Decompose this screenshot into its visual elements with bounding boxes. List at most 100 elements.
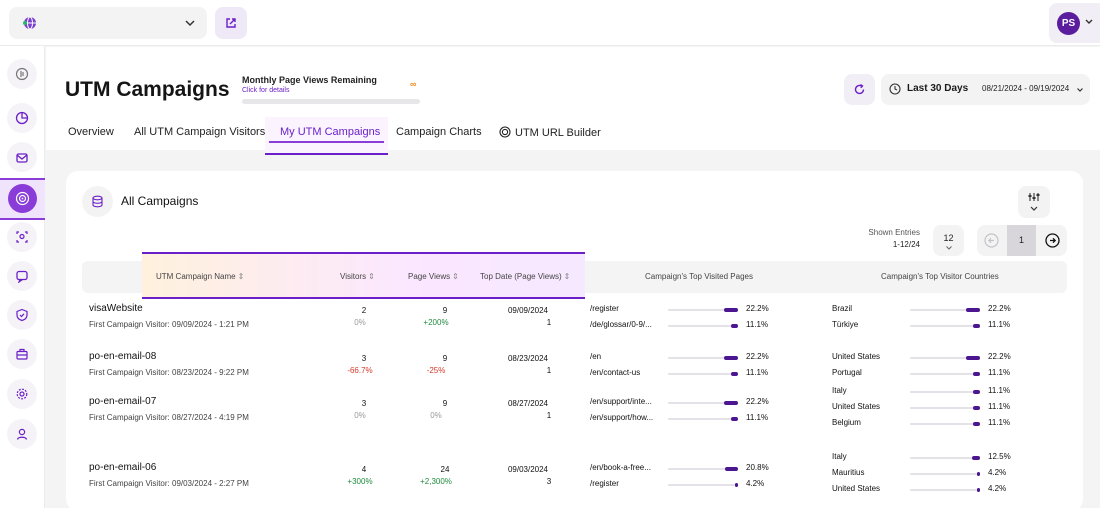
database-icon xyxy=(82,186,113,217)
filter-button[interactable] xyxy=(1018,186,1050,218)
visitors-count: 2 xyxy=(361,306,367,315)
first-visit: First Campaign Visitor: 09/09/2024 - 1:2… xyxy=(89,320,249,329)
country-bar-track xyxy=(910,324,980,328)
country-bar-track xyxy=(910,356,980,360)
globe-icon xyxy=(23,16,36,30)
campaign-name[interactable]: visaWebsite xyxy=(89,303,143,314)
sidebar-item-inbox[interactable] xyxy=(7,142,37,172)
col-label: UTM Campaign Name xyxy=(156,272,236,281)
top-bar: PS xyxy=(0,0,1100,46)
sidebar-collapse-button[interactable] xyxy=(7,59,37,89)
country-bar-track xyxy=(910,488,980,492)
page-views-count: 24 xyxy=(440,465,450,474)
sidebar-item-chat[interactable] xyxy=(7,261,37,291)
sidebar-item-utm-campaigns[interactable] xyxy=(0,178,45,220)
tab-all-visitors[interactable]: All UTM Campaign Visitors xyxy=(134,126,265,138)
country-label: Portugal xyxy=(832,368,862,377)
page-title: UTM Campaigns xyxy=(65,78,230,101)
user-menu[interactable]: PS xyxy=(1049,3,1100,43)
sort-icon: ⇕ xyxy=(237,272,245,281)
page-label[interactable]: /en/book-a-free... xyxy=(590,463,651,472)
sidebar-item-security[interactable] xyxy=(7,300,37,330)
col-label: Top Date (Page Views) xyxy=(480,272,562,281)
first-visit: First Campaign Visitor: 08/27/2024 - 4:1… xyxy=(89,413,249,422)
page-views-count: 9 xyxy=(442,354,448,363)
entries-per-page-select[interactable]: 12 xyxy=(933,225,964,256)
country-label: Mauritius xyxy=(832,468,865,477)
tab-my-utm-campaigns[interactable]: My UTM Campaigns xyxy=(265,117,388,155)
page-label[interactable]: /en/support/how... xyxy=(590,413,653,422)
country-bar-fill xyxy=(966,308,980,312)
refresh-icon xyxy=(854,83,865,95)
page-label[interactable]: /en/support/inte... xyxy=(590,397,652,406)
visitors-count: 3 xyxy=(361,354,367,363)
country-bar-track xyxy=(910,422,980,426)
sidebar-item-settings[interactable] xyxy=(7,379,37,409)
top-date: 08/23/2024 xyxy=(507,354,549,363)
country-label: Italy xyxy=(832,452,847,461)
campaign-name[interactable]: po-en-email-08 xyxy=(89,351,156,362)
refresh-button[interactable] xyxy=(844,74,875,105)
user-icon xyxy=(16,428,28,440)
briefcase-icon xyxy=(16,348,28,360)
col-top-date[interactable]: Top Date (Page Views) ⇕ xyxy=(480,272,570,281)
country-label: Brazil xyxy=(832,304,853,313)
page-pct: 11.1% xyxy=(746,368,769,377)
country-bar-fill xyxy=(977,488,980,492)
country-bar-fill xyxy=(973,390,980,394)
collapse-icon xyxy=(15,67,29,81)
campaign-name[interactable]: po-en-email-06 xyxy=(89,462,156,473)
entries-value: 12 xyxy=(943,233,954,243)
prev-page-icon[interactable] xyxy=(983,232,1000,249)
country-pct: 11.1% xyxy=(988,368,1011,377)
next-page-icon[interactable] xyxy=(1044,232,1061,249)
chevron-down-icon xyxy=(1085,19,1093,24)
page-bar-track xyxy=(668,483,738,487)
sidebar-item-dashboard[interactable] xyxy=(7,103,37,133)
date-range-picker[interactable]: Last 30 Days 08/21/2024 - 09/19/2024 xyxy=(881,74,1090,105)
tab-campaign-charts[interactable]: Campaign Charts xyxy=(396,126,482,138)
visitors-count: 4 xyxy=(361,465,367,474)
visitors-count: 3 xyxy=(361,399,367,408)
col-label: Visitors xyxy=(340,272,367,281)
page-bar-fill xyxy=(724,401,738,405)
tab-overview[interactable]: Overview xyxy=(68,126,114,138)
page-views-count: 9 xyxy=(442,399,448,408)
campaign-name[interactable]: po-en-email-07 xyxy=(89,396,156,407)
country-label: Italy xyxy=(832,386,847,395)
page-label[interactable]: /de/glossar/0-9/... xyxy=(590,320,652,329)
top-date-views: 1 xyxy=(546,366,552,375)
top-date: 09/03/2024 xyxy=(507,465,549,474)
page-label[interactable]: /en/contact-us xyxy=(590,368,640,377)
page-bar-track xyxy=(668,324,738,328)
country-label: United States xyxy=(832,352,881,361)
tab-bar: Overview All UTM Campaign Visitors My UT… xyxy=(46,117,1100,155)
page-label[interactable]: /register xyxy=(590,479,619,488)
pie-chart-icon xyxy=(15,111,29,125)
quota-details-link[interactable]: Click for details xyxy=(242,87,289,94)
country-pct: 4.2% xyxy=(988,468,1007,477)
col-page-views[interactable]: Page Views ⇕ xyxy=(408,272,459,281)
open-website-button[interactable] xyxy=(215,7,247,39)
current-page[interactable]: 1 xyxy=(1007,225,1036,256)
col-visitors[interactable]: Visitors ⇕ xyxy=(340,272,375,281)
tab-utm-url-builder[interactable]: UTM URL Builder xyxy=(499,126,601,139)
country-bar-fill xyxy=(966,356,980,360)
page-label[interactable]: /register xyxy=(590,304,619,313)
country-pct: 11.1% xyxy=(988,320,1011,329)
mail-icon xyxy=(16,153,28,163)
chat-icon xyxy=(16,270,28,283)
quota-progress-bar xyxy=(242,99,420,104)
quota-title: Monthly Page Views Remaining xyxy=(242,75,377,85)
country-bar-track xyxy=(910,456,980,460)
card-title: All Campaigns xyxy=(121,194,199,208)
chevron-down-icon xyxy=(1077,88,1083,92)
sidebar-item-account[interactable] xyxy=(7,419,37,449)
col-campaign-name[interactable]: UTM Campaign Name ⇕ xyxy=(156,272,244,281)
page-label[interactable]: /en xyxy=(590,352,601,361)
tab-label: My UTM Campaigns xyxy=(280,126,381,138)
sidebar-item-tools[interactable] xyxy=(7,339,37,369)
shield-icon xyxy=(16,308,28,322)
website-selector[interactable] xyxy=(9,7,207,39)
sidebar-item-visitor-id[interactable] xyxy=(7,222,37,252)
